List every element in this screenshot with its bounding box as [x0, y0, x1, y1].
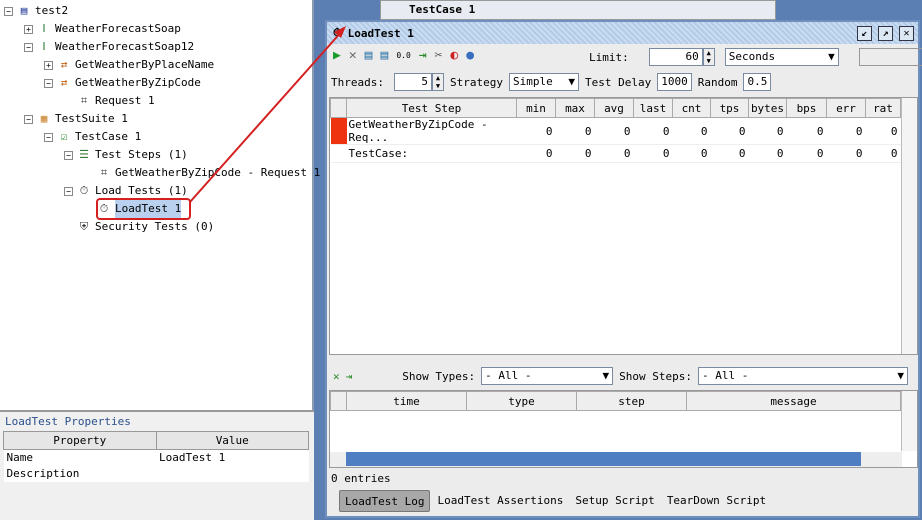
annotation-overlay — [96, 26, 346, 220]
annotation-arrowhead — [334, 26, 346, 38]
annotation-arrow — [189, 29, 344, 203]
annotation-highlight-box — [96, 198, 191, 220]
